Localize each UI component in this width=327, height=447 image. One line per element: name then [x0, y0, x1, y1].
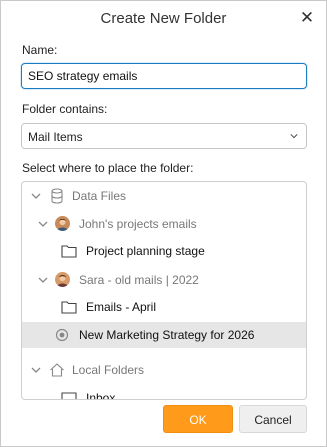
cancel-button[interactable]: Cancel	[239, 405, 307, 433]
chevron-down-icon[interactable]	[31, 365, 41, 375]
folder-contains-select[interactable]: Mail Items	[21, 123, 307, 149]
tree-item-label: John's projects emails	[79, 217, 197, 231]
database-icon	[51, 188, 63, 204]
tree-item-new-marketing-strategy[interactable]: New Marketing Strategy for 2026	[22, 322, 306, 348]
folder-icon	[61, 301, 77, 314]
tree-item-johns-projects-emails[interactable]: John's projects emails	[22, 211, 306, 237]
chevron-down-icon[interactable]	[31, 191, 41, 201]
chevron-down-icon[interactable]	[38, 219, 48, 229]
name-label: Name:	[22, 43, 58, 57]
avatar-icon	[55, 272, 70, 287]
tree-item-inbox[interactable]: Inbox	[22, 385, 306, 400]
radio-icon	[55, 328, 69, 342]
inbox-icon	[61, 392, 77, 399]
chevron-down-icon	[290, 134, 298, 139]
home-icon	[50, 363, 64, 377]
tree-item-emails-april[interactable]: Emails - April	[22, 294, 306, 320]
chevron-down-icon[interactable]	[38, 275, 48, 285]
title-bar: Create New Folder ✕	[1, 1, 326, 37]
tree-item-label: Data Files	[72, 189, 127, 203]
tree-item-label: Emails - April	[86, 300, 157, 314]
ok-button[interactable]: OK	[163, 405, 233, 433]
folder-icon	[61, 245, 77, 258]
create-folder-dialog: Create New Folder ✕ Name: Folder contain…	[0, 0, 327, 447]
tree-item-data-files[interactable]: Data Files	[22, 183, 306, 209]
folder-contains-label: Folder contains:	[22, 102, 108, 116]
dialog-title: Create New Folder	[100, 10, 227, 27]
folder-tree: Data Files John's projects emails Projec…	[21, 181, 307, 400]
folder-contains-value: Mail Items	[28, 130, 83, 144]
tree-item-label: New Marketing Strategy for 2026	[79, 328, 255, 342]
avatar-icon	[55, 216, 70, 231]
folder-name-input[interactable]	[21, 63, 307, 89]
tree-item-label: Inbox	[86, 391, 116, 400]
tree-item-local-folders[interactable]: Local Folders	[22, 357, 306, 383]
tree-item-label: Local Folders	[72, 363, 145, 377]
tree-item-sara-old-mails[interactable]: Sara - old mails | 2022	[22, 267, 306, 293]
tree-item-label: Sara - old mails | 2022	[79, 273, 199, 287]
tree-item-project-planning-stage[interactable]: Project planning stage	[22, 238, 306, 264]
close-icon[interactable]: ✕	[296, 7, 318, 29]
tree-item-label: Project planning stage	[86, 244, 205, 258]
tree-label: Select where to place the folder:	[22, 161, 194, 175]
